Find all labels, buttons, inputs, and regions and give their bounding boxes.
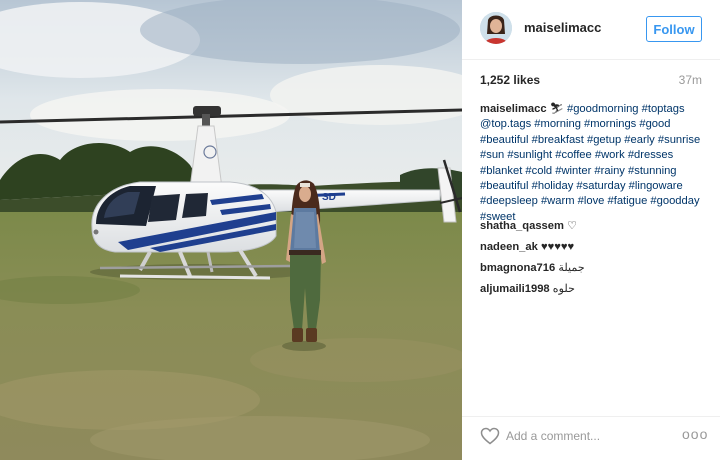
helicopter-photo: SD (0, 0, 462, 460)
post-header: maiselimacc Follow (462, 0, 720, 60)
comment-text: جميلة (558, 262, 585, 274)
comment-text: ♥♥♥♥♥ (540, 241, 575, 253)
comment-item: nadeen_ak ♥♥♥♥♥ (480, 240, 704, 261)
comment-list: shatha_qassem ♡ nadeen_ak ♥♥♥♥♥ bmagnona… (480, 219, 704, 303)
post-side-panel: maiselimacc Follow 1,252 likes 37m maise… (462, 0, 720, 460)
comment-item: bmagnona716 جميلة (480, 261, 704, 282)
comment-text: ♡ (567, 220, 578, 232)
comment-text: حلوه (552, 283, 576, 295)
avatar[interactable] (480, 12, 512, 44)
comment-bar: ooo (462, 416, 720, 460)
comment-item: shatha_qassem ♡ (480, 219, 704, 240)
post-time[interactable]: 37m (679, 73, 702, 87)
likes-count[interactable]: 1,252 likes (480, 73, 540, 87)
comment-input[interactable] (506, 426, 666, 446)
tail-registration: SD (322, 192, 336, 203)
heart-outline-icon[interactable] (480, 427, 500, 445)
caption-username[interactable]: maiselimacc (480, 103, 547, 115)
post-photo[interactable]: SD (0, 0, 462, 460)
comment-username[interactable]: bmagnona716 (480, 262, 555, 274)
comment-username[interactable]: shatha_qassem (480, 220, 564, 232)
follow-button[interactable]: Follow (646, 16, 702, 42)
comment-item: aljumaili1998 حلوه (480, 282, 704, 303)
post-username[interactable]: maiselimacc (524, 20, 601, 35)
avatar-image (480, 12, 512, 44)
ski-emoji: ⛷ (549, 103, 564, 115)
more-options-icon[interactable]: ooo (682, 426, 707, 446)
comment-username[interactable]: aljumaili1998 (480, 283, 550, 295)
comment-username[interactable]: nadeen_ak (480, 241, 538, 253)
post-meta: 1,252 likes 37m (480, 73, 702, 89)
caption-hashtags[interactable]: #goodmorning #toptags @top.tags #morning… (480, 103, 700, 223)
post-caption: maiselimacc ⛷ #goodmorning #toptags @top… (480, 102, 704, 225)
